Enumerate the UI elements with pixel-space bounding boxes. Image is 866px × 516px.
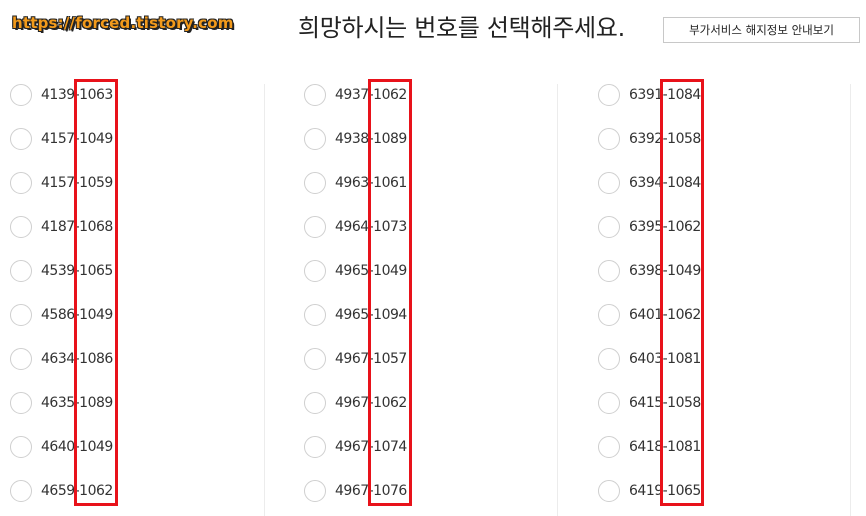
number-option[interactable]: 4157-1049 xyxy=(10,117,270,161)
phone-number-label: 4967-1057 xyxy=(335,351,407,367)
number-option[interactable]: 4963-1061 xyxy=(304,161,564,205)
number-option[interactable]: 4937-1062 xyxy=(304,73,564,117)
number-option[interactable]: 4965-1049 xyxy=(304,249,564,293)
number-option[interactable]: 4938-1089 xyxy=(304,117,564,161)
page-title: 희망하시는 번호를 선택해주세요. xyxy=(298,14,625,42)
phone-number-label: 4965-1094 xyxy=(335,307,407,323)
number-option[interactable]: 6395-1062 xyxy=(598,205,858,249)
number-option[interactable]: 6394-1084 xyxy=(598,161,858,205)
number-option[interactable]: 4539-1065 xyxy=(10,249,270,293)
radio-button[interactable] xyxy=(598,84,620,106)
phone-number-label: 6401-1062 xyxy=(629,307,701,323)
radio-button[interactable] xyxy=(10,172,32,194)
radio-button[interactable] xyxy=(598,260,620,282)
phone-number-label: 4967-1074 xyxy=(335,439,407,455)
number-column-2: 4937-1062 4938-1089 4963-1061 4964-1073 … xyxy=(304,73,564,513)
radio-button[interactable] xyxy=(304,392,326,414)
number-option[interactable]: 4965-1094 xyxy=(304,293,564,337)
number-option[interactable]: 4139-1063 xyxy=(10,73,270,117)
number-column-1: 4139-1063 4157-1049 4157-1059 4187-1068 … xyxy=(10,73,270,513)
radio-button[interactable] xyxy=(10,392,32,414)
phone-number-label: 4937-1062 xyxy=(335,87,407,103)
number-option[interactable]: 6391-1084 xyxy=(598,73,858,117)
number-option[interactable]: 4586-1049 xyxy=(10,293,270,337)
radio-button[interactable] xyxy=(304,172,326,194)
number-option[interactable]: 4635-1089 xyxy=(10,381,270,425)
number-option[interactable]: 4967-1076 xyxy=(304,469,564,513)
phone-number-label: 4539-1065 xyxy=(41,263,113,279)
number-option[interactable]: 4964-1073 xyxy=(304,205,564,249)
radio-button[interactable] xyxy=(304,128,326,150)
watermark-text: https://forced.tistory.com xyxy=(12,14,234,32)
phone-number-label: 4139-1063 xyxy=(41,87,113,103)
addon-cancel-info-button[interactable]: 부가서비스 해지정보 안내보기 xyxy=(663,17,860,43)
phone-number-label: 4157-1049 xyxy=(41,131,113,147)
phone-number-label: 6394-1084 xyxy=(629,175,701,191)
radio-button[interactable] xyxy=(304,480,326,502)
phone-number-label: 4963-1061 xyxy=(335,175,407,191)
number-option[interactable]: 4634-1086 xyxy=(10,337,270,381)
phone-number-label: 4659-1062 xyxy=(41,483,113,499)
number-option[interactable]: 6418-1081 xyxy=(598,425,858,469)
radio-button[interactable] xyxy=(598,480,620,502)
radio-button[interactable] xyxy=(598,128,620,150)
number-option[interactable]: 4187-1068 xyxy=(10,205,270,249)
phone-number-label: 4967-1076 xyxy=(335,483,407,499)
radio-button[interactable] xyxy=(10,84,32,106)
number-option[interactable]: 4967-1074 xyxy=(304,425,564,469)
phone-number-label: 4157-1059 xyxy=(41,175,113,191)
phone-number-label: 4967-1062 xyxy=(335,395,407,411)
radio-button[interactable] xyxy=(304,84,326,106)
phone-number-label: 6392-1058 xyxy=(629,131,701,147)
number-option[interactable]: 6403-1081 xyxy=(598,337,858,381)
phone-number-label: 4640-1049 xyxy=(41,439,113,455)
phone-number-label: 6395-1062 xyxy=(629,219,701,235)
radio-button[interactable] xyxy=(598,348,620,370)
radio-button[interactable] xyxy=(598,436,620,458)
radio-button[interactable] xyxy=(598,392,620,414)
number-option[interactable]: 6392-1058 xyxy=(598,117,858,161)
phone-number-label: 4965-1049 xyxy=(335,263,407,279)
number-column-3: 6391-1084 6392-1058 6394-1084 6395-1062 … xyxy=(598,73,858,513)
number-option[interactable]: 4967-1062 xyxy=(304,381,564,425)
radio-button[interactable] xyxy=(304,260,326,282)
radio-button[interactable] xyxy=(598,216,620,238)
number-option[interactable]: 6415-1058 xyxy=(598,381,858,425)
phone-number-label: 6391-1084 xyxy=(629,87,701,103)
radio-button[interactable] xyxy=(304,436,326,458)
radio-button[interactable] xyxy=(304,348,326,370)
number-option[interactable]: 4157-1059 xyxy=(10,161,270,205)
radio-button[interactable] xyxy=(10,480,32,502)
phone-number-label: 4964-1073 xyxy=(335,219,407,235)
number-option[interactable]: 6398-1049 xyxy=(598,249,858,293)
number-option[interactable]: 4640-1049 xyxy=(10,425,270,469)
radio-button[interactable] xyxy=(10,436,32,458)
phone-number-label: 4635-1089 xyxy=(41,395,113,411)
radio-button[interactable] xyxy=(10,304,32,326)
phone-number-label: 4187-1068 xyxy=(41,219,113,235)
radio-button[interactable] xyxy=(598,172,620,194)
radio-button[interactable] xyxy=(598,304,620,326)
radio-button[interactable] xyxy=(10,260,32,282)
radio-button[interactable] xyxy=(10,128,32,150)
number-option[interactable]: 4659-1062 xyxy=(10,469,270,513)
radio-button[interactable] xyxy=(304,216,326,238)
radio-button[interactable] xyxy=(10,348,32,370)
number-option[interactable]: 6419-1065 xyxy=(598,469,858,513)
phone-number-label: 4634-1086 xyxy=(41,351,113,367)
phone-number-label: 6398-1049 xyxy=(629,263,701,279)
phone-number-label: 6415-1058 xyxy=(629,395,701,411)
phone-number-label: 4586-1049 xyxy=(41,307,113,323)
radio-button[interactable] xyxy=(304,304,326,326)
radio-button[interactable] xyxy=(10,216,32,238)
phone-number-label: 6418-1081 xyxy=(629,439,701,455)
phone-number-label: 6403-1081 xyxy=(629,351,701,367)
phone-number-label: 6419-1065 xyxy=(629,483,701,499)
phone-number-label: 4938-1089 xyxy=(335,131,407,147)
number-option[interactable]: 6401-1062 xyxy=(598,293,858,337)
number-option[interactable]: 4967-1057 xyxy=(304,337,564,381)
